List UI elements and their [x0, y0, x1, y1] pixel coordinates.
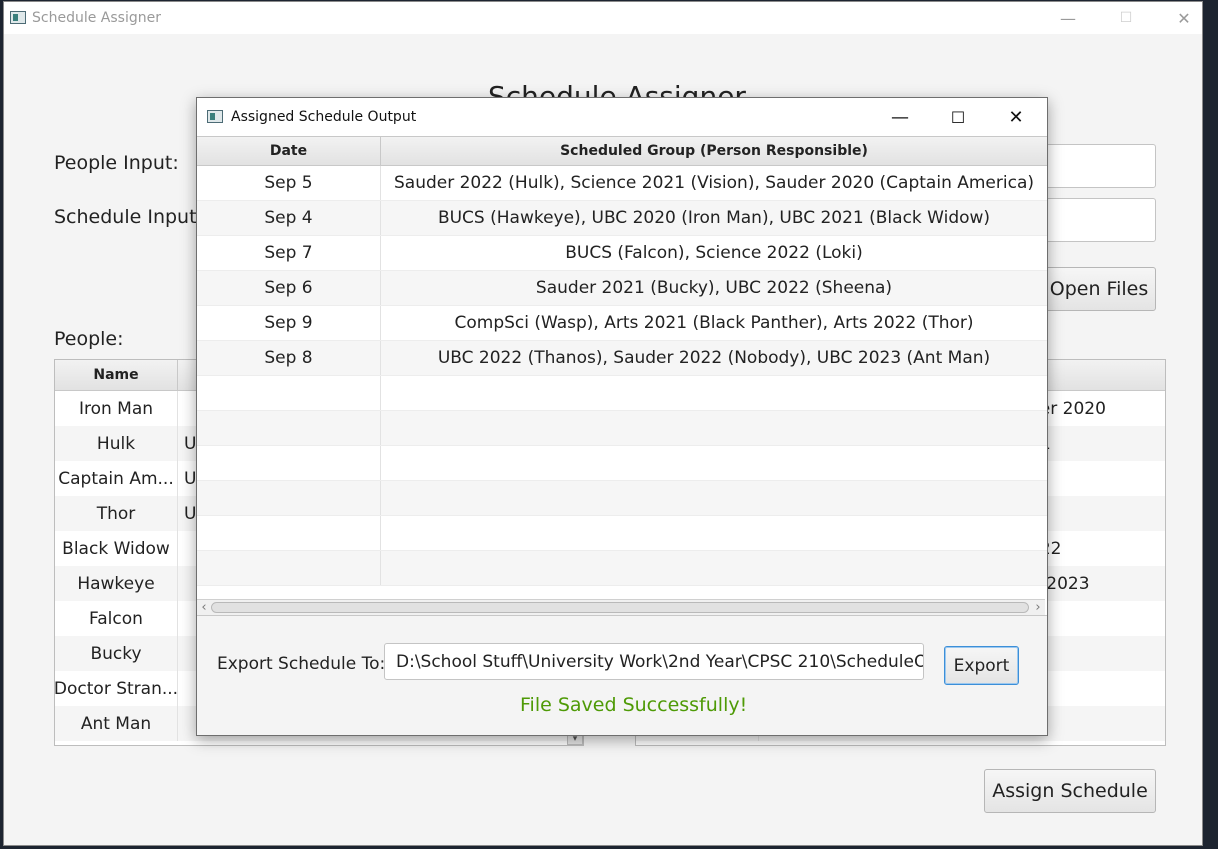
- app-icon: [207, 110, 223, 123]
- table-row[interactable]: Sep 4 BUCS (Hawkeye), UBC 2020 (Iron Man)…: [197, 201, 1047, 236]
- date-cell: Sep 4: [197, 201, 381, 235]
- horizontal-scrollbar[interactable]: ‹ ›: [197, 599, 1045, 615]
- date-cell: Sep 6: [197, 271, 381, 305]
- output-table-header: Date Scheduled Group (Person Responsible…: [197, 137, 1047, 166]
- dialog-titlebar: Assigned Schedule Output — ☐ ✕: [197, 98, 1047, 136]
- group-cell: [381, 551, 1047, 585]
- table-row[interactable]: Sep 8 UBC 2022 (Thanos), Sauder 2022 (Nob…: [197, 341, 1047, 376]
- group-cell: CompSci (Wasp), Arts 2021 (Black Panther…: [454, 313, 974, 333]
- date-cell: Sep 9: [197, 306, 381, 340]
- app-icon: [10, 11, 26, 24]
- table-row[interactable]: Sep 6 Sauder 2021 (Bucky), UBC 2022 (Shee…: [197, 271, 1047, 306]
- close-icon[interactable]: ✕: [1161, 2, 1207, 34]
- group-cell: UBC 2022 (Thanos), Sauder 2022 (Nobody),…: [437, 348, 991, 368]
- person-name-cell: Hawkeye: [55, 566, 178, 601]
- date-cell: [197, 411, 381, 445]
- table-row[interactable]: [197, 551, 1047, 586]
- name-column-header[interactable]: Name: [55, 360, 178, 390]
- person-name-cell: Hulk: [55, 426, 178, 461]
- date-cell: [197, 446, 381, 480]
- scroll-right-icon[interactable]: ›: [1031, 600, 1045, 615]
- group-cell: Sauder 2021 (Bucky), UBC 2022 (Sheena): [535, 278, 893, 298]
- person-name-cell: Ant Man: [55, 706, 178, 741]
- group-cell: BUCS (Falcon), Science 2022 (Loki): [565, 243, 863, 263]
- person-name-cell: Bucky: [55, 636, 178, 671]
- table-row[interactable]: [197, 446, 1047, 481]
- minimize-icon[interactable]: —: [1045, 2, 1091, 34]
- schedule-output-table[interactable]: Date Scheduled Group (Person Responsible…: [197, 136, 1047, 616]
- person-name-cell: Captain Am...: [55, 461, 178, 496]
- date-cell: [197, 376, 381, 410]
- person-name-cell: Black Widow: [55, 531, 178, 566]
- maximize-icon[interactable]: ☐: [1103, 2, 1149, 34]
- table-row[interactable]: Sep 5 Sauder 2022 (Hulk), Science 2021 (V…: [197, 166, 1047, 201]
- person-name-cell: Thor: [55, 496, 178, 531]
- open-files-button[interactable]: Open Files: [1042, 267, 1156, 311]
- close-icon[interactable]: ✕: [990, 98, 1042, 136]
- main-window-title: Schedule Assigner: [32, 10, 161, 26]
- person-name-cell: Iron Man: [55, 391, 178, 426]
- group-cell: [381, 481, 1047, 515]
- export-path-field[interactable]: D:\School Stuff\University Work\2nd Year…: [384, 643, 924, 680]
- group-cell: [381, 516, 1047, 550]
- table-row[interactable]: Sep 9 CompSci (Wasp), Arts 2021 (Black Pa…: [197, 306, 1047, 341]
- schedule-input-label: Schedule Input:: [54, 206, 203, 228]
- group-cell: Sauder 2022 (Hulk), Science 2021 (Vision…: [393, 173, 1034, 193]
- people-input-label: People Input:: [54, 152, 179, 174]
- date-cell: Sep 5: [197, 166, 381, 200]
- table-row[interactable]: Sep 7 BUCS (Falcon), Science 2022 (Loki): [197, 236, 1047, 271]
- date-cell: Sep 8: [197, 341, 381, 375]
- status-message: File Saved Successfully!: [520, 694, 748, 716]
- table-row[interactable]: [197, 481, 1047, 516]
- group-cell: [381, 411, 1047, 445]
- people-input-field[interactable]: [1044, 144, 1156, 188]
- date-cell: [197, 551, 381, 585]
- group-cell: [381, 376, 1047, 410]
- scroll-left-icon[interactable]: ‹: [197, 600, 211, 615]
- date-cell: [197, 516, 381, 550]
- schedule-input-field[interactable]: [1044, 198, 1156, 242]
- export-button[interactable]: Export: [944, 646, 1019, 685]
- people-label: People:: [54, 328, 124, 350]
- assign-schedule-button[interactable]: Assign Schedule: [984, 769, 1156, 813]
- maximize-icon[interactable]: ☐: [932, 98, 984, 136]
- main-titlebar: Schedule Assigner — ☐ ✕: [4, 2, 1202, 34]
- table-row[interactable]: [197, 516, 1047, 551]
- minimize-icon[interactable]: —: [874, 98, 926, 136]
- export-path-value: D:\School Stuff\University Work\2nd Year…: [396, 652, 924, 672]
- group-cell: [381, 446, 1047, 480]
- dialog-title: Assigned Schedule Output: [231, 109, 417, 125]
- person-name-cell: Falcon: [55, 601, 178, 636]
- group-column-header[interactable]: Scheduled Group (Person Responsible): [381, 137, 1047, 165]
- person-name-cell: Doctor Stran...: [55, 671, 178, 706]
- table-row[interactable]: [197, 411, 1047, 446]
- table-row[interactable]: [197, 376, 1047, 411]
- date-cell: Sep 7: [197, 236, 381, 270]
- date-column-header[interactable]: Date: [197, 137, 381, 165]
- output-dialog: Assigned Schedule Output — ☐ ✕ Date Sche…: [196, 97, 1048, 736]
- date-cell: [197, 481, 381, 515]
- scrollbar-thumb[interactable]: [211, 602, 1029, 613]
- group-cell: BUCS (Hawkeye), UBC 2020 (Iron Man), UBC…: [437, 208, 991, 228]
- export-label: Export Schedule To:: [217, 654, 386, 674]
